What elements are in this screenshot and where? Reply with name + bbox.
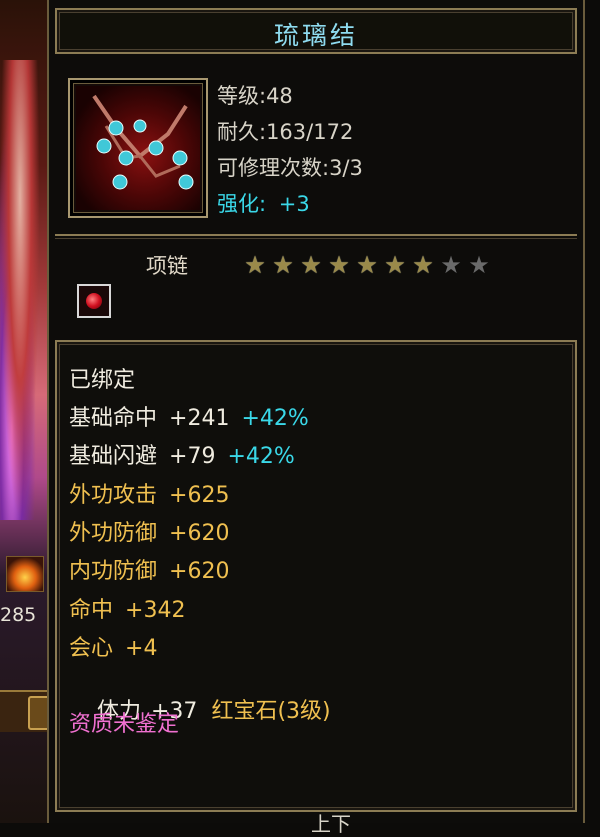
attribute-bonus: +42%: [227, 444, 295, 469]
attribute-name: 会心: [69, 636, 114, 661]
star-filled-icon: ★: [328, 251, 350, 279]
quality-status: 资质未鉴定: [69, 712, 180, 737]
attribute-value: +620: [169, 521, 230, 546]
character-figure: [0, 60, 40, 520]
item-tooltip: 琉璃结 等级:48 耐久:163/172 可修理次数:3/3 强化: +3 项链…: [47, 0, 585, 836]
item-icon-frame: [68, 78, 208, 218]
attribute-line: 基础闪避 +79 +42%: [69, 438, 295, 470]
attribute-value: +4: [125, 636, 158, 661]
star-filled-icon: ★: [300, 251, 322, 279]
attribute-line: 外功攻击 +625: [69, 477, 229, 509]
attribute-line: 内功防御 +620: [69, 553, 229, 585]
fire-skill-icon[interactable]: [6, 556, 44, 592]
attribute-line: 基础命中 +241 +42%: [69, 400, 309, 432]
attribute-bonus: +42%: [241, 406, 309, 431]
item-enhance: 强化: +3: [217, 188, 310, 218]
item-type: 项链: [146, 254, 188, 278]
attribute-name: 内功防御: [69, 559, 158, 584]
enhance-label: 强化:: [217, 192, 267, 216]
star-filled-icon: ★: [356, 251, 378, 279]
item-repair-count: 可修理次数:3/3: [217, 156, 363, 180]
attribute-line: 命中 +342: [69, 592, 185, 624]
attribute-name: 基础闪避: [69, 444, 158, 469]
star-empty-icon: ★: [468, 251, 490, 279]
attribute-value: +79: [169, 444, 216, 469]
gem-name: 红宝石(3级): [211, 699, 331, 724]
attribute-name: 基础命中: [69, 406, 158, 431]
ruby-gem-icon[interactable]: [77, 284, 111, 318]
divider: [55, 234, 577, 239]
enhance-value: +3: [278, 192, 310, 216]
star-filled-icon: ★: [412, 251, 434, 279]
attribute-value: +620: [169, 559, 230, 584]
attribute-value: +241: [169, 406, 230, 431]
attribute-name: 外功攻击: [69, 483, 158, 508]
bound-status: 已绑定: [69, 368, 136, 393]
star-empty-icon: ★: [440, 251, 462, 279]
game-scene-background: 285: [0, 0, 52, 823]
item-durability: 耐久:163/172: [217, 120, 354, 144]
item-level: 等级:48: [217, 84, 293, 108]
star-filled-icon: ★: [272, 251, 294, 279]
necklace-icon: [76, 86, 200, 210]
star-filled-icon: ★: [244, 251, 266, 279]
scene-counter: 285: [0, 604, 37, 626]
star-filled-icon: ★: [384, 251, 406, 279]
attribute-value: +625: [169, 483, 230, 508]
attribute-value: +342: [125, 598, 186, 623]
attribute-line: 外功防御 +620: [69, 515, 229, 547]
attribute-name: 命中: [69, 598, 114, 623]
item-name: 琉璃结: [273, 21, 358, 50]
attribute-line: 会心 +4: [69, 630, 157, 662]
attribute-name: 外功防御: [69, 521, 158, 546]
star-rating: ★ ★ ★ ★ ★ ★ ★ ★ ★: [242, 252, 492, 278]
